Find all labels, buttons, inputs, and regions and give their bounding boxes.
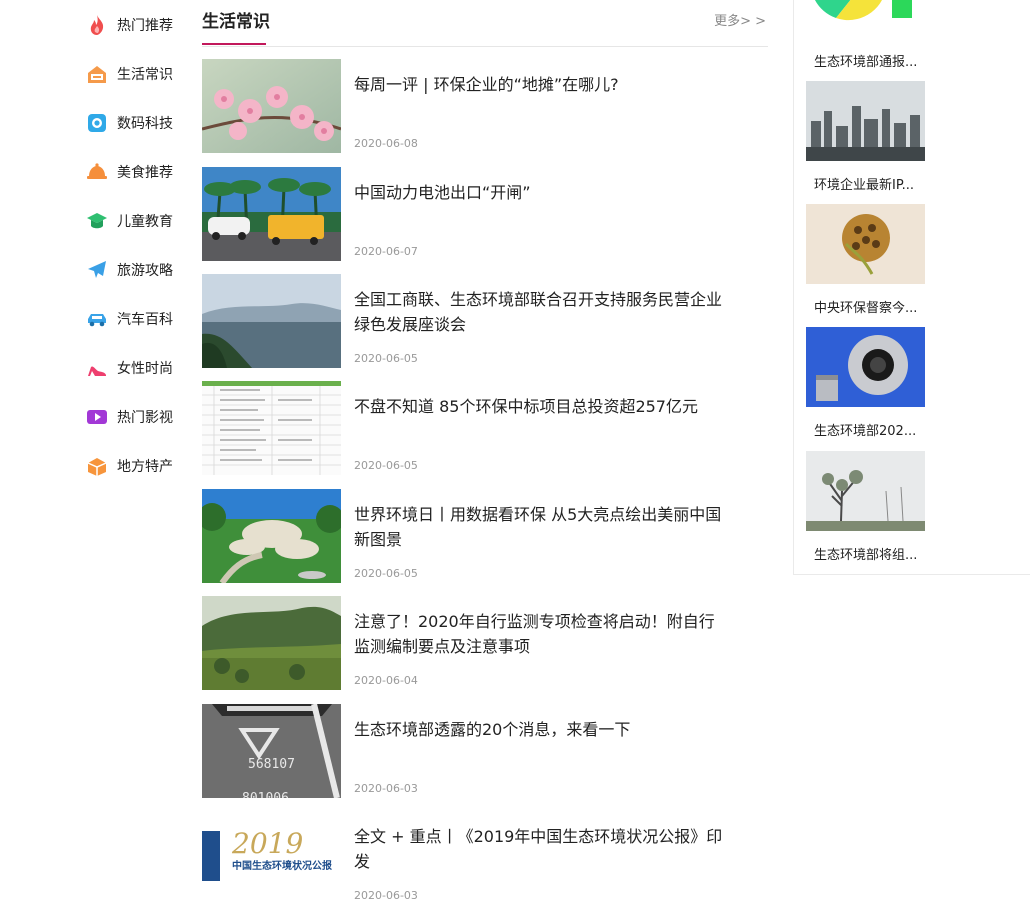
section-title-underline — [202, 43, 266, 45]
camera-icon — [86, 112, 108, 134]
article-item[interactable]: 每周一评 | 环保企业的“地摊”在哪儿? 2020-06-08 — [202, 59, 768, 153]
nav-item-label: 汽车百科 — [117, 312, 173, 328]
article-thumbnail-peach-blossom[interactable] — [202, 59, 341, 153]
article-item[interactable]: 不盘不知道 85个环保中标项目总投资超257亿元 2020-06-05 — [202, 381, 768, 475]
article-thumbnail-data-table[interactable] — [202, 381, 341, 475]
nav-item-travel[interactable]: 旅游攻略 — [86, 255, 173, 285]
article-thumbnail-report-cover[interactable]: 2019 中国生态环境状况公报 — [202, 811, 341, 905]
nav-item-auto[interactable]: 汽车百科 — [86, 304, 173, 334]
report-year: 2019 — [231, 827, 303, 860]
nav-item-label: 数码科技 — [117, 116, 173, 132]
sidebar-thumbnail-chart[interactable] — [806, 0, 925, 38]
article-date: 2020-06-03 — [354, 889, 418, 902]
article-date: 2020-06-05 — [354, 459, 418, 472]
report-name: 中国生态环境状况公报 — [232, 859, 332, 872]
article-date: 2020-06-05 — [354, 567, 418, 580]
article-title[interactable]: 世界环境日丨用数据看环保 从5大亮点绘出美丽中国新图景 — [354, 502, 724, 552]
article-title[interactable]: 全文 + 重点丨《2019年中国生态环境状况公报》印发 — [354, 824, 724, 874]
article-title[interactable]: 全国工商联、生态环境部联合召开支持服务民营企业绿色发展座谈会 — [354, 287, 724, 337]
flame-icon — [86, 14, 108, 36]
nav-item-fashion[interactable]: 女性时尚 — [86, 353, 173, 383]
nav-item-label: 美食推荐 — [117, 165, 173, 181]
sidebar-item-caption[interactable]: 生态环境部将组... — [806, 544, 926, 563]
sidebar-item[interactable]: 环境企业最新IP... — [806, 81, 926, 193]
more-link[interactable]: 更多> > — [714, 10, 766, 29]
nav-item-hot[interactable]: 热门推荐 — [86, 10, 173, 40]
sidebar-item-caption[interactable]: 中央环保督察今... — [806, 297, 926, 316]
article-title[interactable]: 每周一评 | 环保企业的“地摊”在哪儿? — [354, 72, 724, 97]
nav-item-video[interactable]: 热门影视 — [86, 402, 173, 432]
article-item[interactable]: 568107 801006 生态环境部透露的20个消息，来看一下 2020-06… — [202, 704, 768, 798]
nav-item-label: 女性时尚 — [117, 361, 173, 377]
plate-text: 568107 — [248, 757, 295, 772]
article-thumbnail-parking-lot[interactable]: 568107 801006 — [202, 704, 341, 798]
sidebar-item-caption[interactable]: 环境企业最新IP... — [806, 174, 926, 193]
article-title[interactable]: 不盘不知道 85个环保中标项目总投资超257亿元 — [354, 394, 724, 419]
article-item[interactable]: 世界环境日丨用数据看环保 从5大亮点绘出美丽中国新图景 2020-06-05 — [202, 489, 768, 583]
nav-item-label: 地方特产 — [117, 459, 173, 475]
sidebar-item-caption[interactable]: 生态环境部通报... — [806, 51, 926, 70]
food-cloche-icon — [86, 161, 108, 183]
article-thumbnail-park-rocks[interactable] — [202, 489, 341, 583]
section-header: 生活常识 更多> > — [202, 0, 768, 47]
nav-item-education[interactable]: 儿童教育 — [86, 206, 173, 236]
nav-item-label: 儿童教育 — [117, 214, 173, 230]
article-item[interactable]: 全国工商联、生态环境部联合召开支持服务民营企业绿色发展座谈会 2020-06-0… — [202, 274, 768, 368]
article-date: 2020-06-05 — [354, 352, 418, 365]
article-title[interactable]: 注意了！2020年自行监测专项检查将启动！附自行监测编制要点及注意事项 — [354, 609, 724, 659]
article-title[interactable]: 中国动力电池出口“开闸” — [354, 180, 724, 205]
high-heel-icon — [86, 357, 108, 379]
sidebar-thumbnail-metal-part[interactable] — [806, 327, 925, 407]
plate-text-2: 801006 — [242, 791, 289, 798]
article-date: 2020-06-04 — [354, 674, 418, 687]
article-title[interactable]: 生态环境部透露的20个消息，来看一下 — [354, 717, 724, 742]
article-thumbnail-lake-view[interactable] — [202, 274, 341, 368]
nav-item-label: 热门推荐 — [117, 18, 173, 34]
article-item[interactable]: 2019 中国生态环境状况公报 全文 + 重点丨《2019年中国生态环境状况公报… — [202, 811, 768, 905]
sidebar-item[interactable]: 生态环境部202... — [806, 327, 926, 439]
house-icon — [86, 63, 108, 85]
nav-item-digital[interactable]: 数码科技 — [86, 108, 173, 138]
nav-item-local[interactable]: 地方特产 — [86, 451, 173, 481]
article-thumbnail-palm-road[interactable] — [202, 167, 341, 261]
gift-box-icon — [86, 455, 108, 477]
nav-item-label: 热门影视 — [117, 410, 173, 426]
sidebar-item[interactable]: 生态环境部将组... — [806, 451, 926, 563]
nav-item-label: 生活常识 — [117, 67, 173, 83]
article-date: 2020-06-08 — [354, 137, 418, 150]
graduation-cap-icon — [86, 210, 108, 232]
video-play-icon — [86, 406, 108, 428]
sidebar-item-caption[interactable]: 生态环境部202... — [806, 420, 926, 439]
sidebar-item[interactable]: 生态环境部通报... — [806, 0, 926, 70]
sidebar: 生态环境部通报... 环境企业最新IP... 中央环保督察今... 生态环境部2… — [793, 0, 1030, 575]
article-date: 2020-06-07 — [354, 245, 418, 258]
sidebar-item[interactable]: 中央环保督察今... — [806, 204, 926, 316]
sidebar-thumbnail-lotus-pod[interactable] — [806, 204, 925, 284]
article-item[interactable]: 注意了！2020年自行监测专项检查将启动！附自行监测编制要点及注意事项 2020… — [202, 596, 768, 690]
car-icon — [86, 308, 108, 330]
article-item[interactable]: 中国动力电池出口“开闸” 2020-06-07 — [202, 167, 768, 261]
nav-item-food[interactable]: 美食推荐 — [86, 157, 173, 187]
nav-item-life[interactable]: 生活常识 — [86, 59, 173, 89]
airplane-icon — [86, 259, 108, 281]
section-title: 生活常识 — [202, 12, 270, 32]
sidebar-thumbnail-city-skyline[interactable] — [806, 81, 925, 161]
article-date: 2020-06-03 — [354, 782, 418, 795]
sidebar-thumbnail-foggy-tree[interactable] — [806, 451, 925, 531]
article-thumbnail-green-hills[interactable] — [202, 596, 341, 690]
nav-item-label: 旅游攻略 — [117, 263, 173, 279]
